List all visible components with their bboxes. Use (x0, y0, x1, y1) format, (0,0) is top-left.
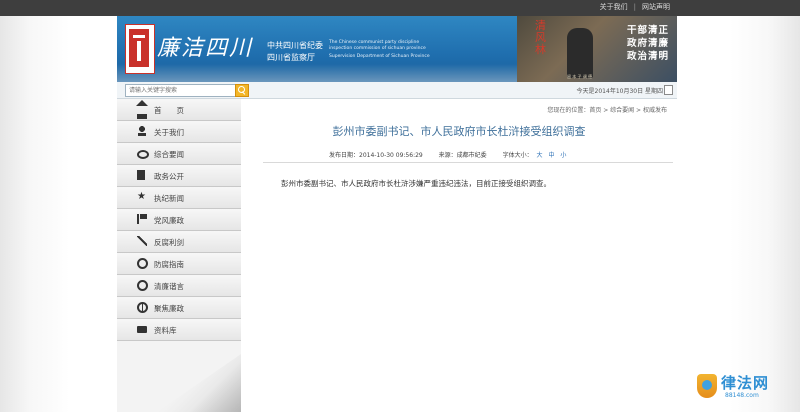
current-date: 今天是2014年10月30日 星期四 (576, 88, 663, 95)
sidebar-item-library[interactable]: 资料库 (117, 319, 241, 341)
sidebar-item-home[interactable]: 首 页 (117, 99, 241, 121)
breadcrumb: 您现在的位置：首页 > 综合要闻 > 权威发布 (547, 107, 667, 114)
article-title: 彭州市委副书记、市人民政府市长杜浒接受组织调查 (332, 125, 586, 138)
header-banner: 廉洁四川 中共四川省纪委 四川省监察厅 The Chinese communis… (117, 16, 677, 82)
org-name-cn-1: 中共四川省纪委 (267, 41, 323, 50)
sidebar-item-about[interactable]: 关于我们 (117, 121, 241, 143)
sidebar: 首 页 关于我们 综合要闻 政务公开 ★ 执纪新闻 党风廉政 反腐利剑 防腐指南 … (117, 99, 241, 412)
watermark-logo: 律法网 88148.com (697, 372, 787, 404)
sidebar-item-guide[interactable]: 防腐指南 (117, 253, 241, 275)
compass-icon (137, 258, 148, 269)
search-icon-handle (241, 91, 246, 95)
flag-icon (137, 214, 149, 224)
person-icon (137, 126, 147, 136)
sidebar-item-label: 首 页 (154, 106, 184, 115)
sidebar-item-sayings[interactable]: 清廉谐言 (117, 275, 241, 297)
sidebar-item-label: 执纪新闻 (154, 194, 184, 203)
sidebar-item-label: 反腐利剑 (154, 238, 184, 247)
sword-icon (137, 236, 147, 246)
publish-date: 发布日期：2014-10-30 09:56:29 (329, 152, 423, 159)
article-body: 彭州市委副书记、市人民政府市长杜浒涉嫌严重违纪违法，目前正接受组织调查。 (281, 179, 551, 188)
globe-icon (137, 302, 148, 313)
top-links: 关于我们 | 网站声明 (600, 2, 670, 12)
sidebar-item-discipline-news[interactable]: ★ 执纪新闻 (117, 187, 241, 209)
banner-photo: 清风林 留 本 子 调 德 干部清正 政府清廉 政治清明 (517, 16, 677, 82)
statue-image (567, 28, 593, 78)
article-source: 来源：成都市纪委 (438, 152, 487, 159)
sidebar-item-public-affairs[interactable]: 政务公开 (117, 165, 241, 187)
clock-icon (137, 280, 148, 291)
org-name-en-2: inspection commission of sichuan provinc… (329, 46, 426, 51)
page-curl-shadow (177, 359, 241, 412)
sidebar-item-label: 聚焦廉政 (154, 304, 184, 313)
meta-divider (263, 162, 673, 163)
photo-caption: 留 本 子 调 德 (567, 74, 593, 79)
font-size-label: 字体大小： (502, 152, 533, 159)
watermark-name: 律法网 (721, 374, 770, 392)
sidebar-item-label: 关于我们 (154, 128, 184, 137)
organization-block: 中共四川省纪委 四川省监察厅 The Chinese communist par… (267, 40, 477, 74)
sidebar-item-label: 党风廉政 (154, 216, 184, 225)
calligraphy-logo: 廉洁四川 (157, 36, 254, 61)
sidebar-item-label: 综合要闻 (154, 150, 184, 159)
link-separator: | (633, 3, 636, 11)
font-size-small-button[interactable]: 小 (560, 152, 566, 159)
search-toolbar: 今天是2014年10月30日 星期四 (117, 82, 677, 99)
seal-icon (129, 29, 149, 67)
page-container: 廉洁四川 中共四川省纪委 四川省监察厅 The Chinese communis… (117, 16, 677, 412)
search-button[interactable] (235, 84, 249, 97)
org-name-en-3: Supervision Department of Sichuan Provin… (329, 54, 430, 59)
search-input[interactable] (125, 84, 241, 97)
main-content: 您现在的位置：首页 > 综合要闻 > 权威发布 彭州市委副书记、市人民政府市长杜… (241, 99, 677, 412)
banner-slogans: 干部清正 政府清廉 政治清明 (627, 24, 669, 63)
site-statement-link[interactable]: 网站声明 (642, 2, 670, 12)
article-meta: 发布日期：2014-10-30 09:56:29 来源：成都市纪委 字体大小： … (329, 150, 570, 159)
shield-icon (697, 374, 717, 398)
about-us-link[interactable]: 关于我们 (600, 2, 628, 12)
sidebar-item-focus[interactable]: 聚焦廉政 (117, 297, 241, 319)
eye-icon (137, 150, 149, 159)
sidebar-item-label: 政务公开 (154, 172, 184, 181)
watermark-domain: 88148.com (725, 392, 759, 399)
photo-title: 清风林 (535, 19, 546, 56)
document-icon (137, 170, 145, 180)
emblem-logo[interactable] (125, 24, 155, 74)
slogan-3: 政治清明 (626, 51, 669, 62)
font-size-medium-button[interactable]: 中 (548, 152, 554, 159)
sidebar-item-party-conduct[interactable]: 党风廉政 (117, 209, 241, 231)
sidebar-item-label: 清廉谐言 (154, 282, 184, 291)
org-name-cn-2: 四川省监察厅 (267, 53, 315, 62)
calendar-icon (664, 85, 673, 95)
folder-icon (137, 326, 147, 333)
org-name-en-1: The Chinese communist party discipline (329, 40, 420, 45)
sidebar-item-news[interactable]: 综合要闻 (117, 143, 241, 165)
star-icon: ★ (137, 191, 146, 202)
sidebar-item-label: 资料库 (154, 326, 177, 335)
top-bar: 关于我们 | 网站声明 (0, 0, 800, 16)
sidebar-item-anti-corruption[interactable]: 反腐利剑 (117, 231, 241, 253)
font-size-large-button[interactable]: 大 (537, 152, 543, 159)
slogan-2: 政府清廉 (626, 38, 669, 49)
sidebar-item-label: 防腐指南 (154, 260, 184, 269)
home-icon (136, 100, 148, 119)
slogan-1: 干部清正 (626, 25, 669, 36)
